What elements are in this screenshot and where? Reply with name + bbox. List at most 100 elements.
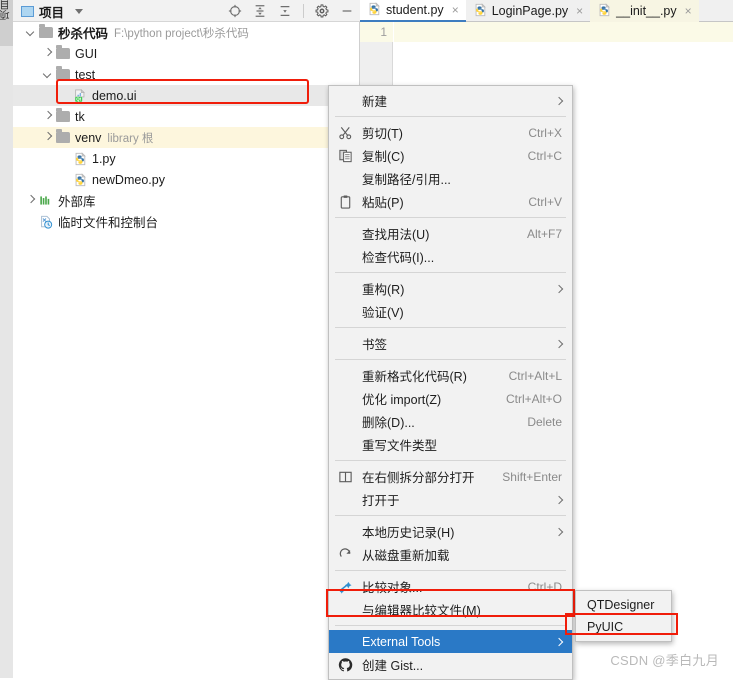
menu-item-label: 打开于 [362,494,400,508]
menu-item-16[interactable]: 优化 import(Z) Ctrl+Alt+O [329,387,572,410]
submenu-item-1[interactable]: PyUIC [576,616,671,638]
expand-all-icon[interactable] [253,4,267,18]
menu-item-label: External Tools [362,634,441,649]
menu-item-27[interactable]: 与编辑器比较文件(M) [329,598,572,621]
python-file-icon [73,151,87,166]
folder-icon [56,66,70,80]
menu-item-label: 与编辑器比较文件(M) [362,604,481,618]
github-icon [338,657,353,672]
chevron-right-icon [556,529,562,535]
menu-item-shortcut: Shift+Enter [502,469,562,484]
gear-icon[interactable] [315,4,329,18]
python-file-icon [73,172,87,187]
menu-item-8[interactable]: 检查代码(I)... [329,245,572,268]
submenu-item-0[interactable]: QTDesigner [576,594,671,616]
menu-item-label: 比较对象... [362,581,423,595]
menu-item-0[interactable]: 新建 [329,89,572,112]
menu-item-20[interactable]: 在右侧拆分部分打开 Shift+Enter [329,465,572,488]
clipboard-icon [338,194,353,209]
menu-item-7[interactable]: 查找用法(U) Alt+F7 [329,222,572,245]
close-icon[interactable]: × [576,5,583,17]
tree-item-label: 外部库 [58,195,96,209]
tree-item-label: 秒杀代码 [58,27,109,41]
tree-item-1-py[interactable]: 1.py [13,148,360,169]
tree-item-root[interactable]: 秒杀代码 F:\python project\秒杀代码 [13,22,360,43]
menu-item-shortcut: Ctrl+Alt+L [508,368,562,383]
menu-item-18[interactable]: 重写文件类型 [329,433,572,456]
menu-item-15[interactable]: 重新格式化代码(R) Ctrl+Alt+L [329,364,572,387]
editor-tabbar: student.py × LoginPage.py × __init__.py × [360,0,733,22]
qt-ui-file-icon: Qt [73,88,87,103]
menu-item-11[interactable]: 验证(V) [329,300,572,323]
menu-item-29[interactable]: External Tools [329,630,572,653]
menu-item-30[interactable]: 创建 Gist... [329,653,572,676]
tree-item-test[interactable]: test [13,64,360,85]
chevron-right-icon[interactable] [44,49,53,58]
svg-text:Qt: Qt [76,96,81,101]
menu-item-21[interactable]: 打开于 [329,488,572,511]
tree-item-label: 1.py [92,151,116,166]
menu-item-10[interactable]: 重构(R) [329,277,572,300]
project-title-group[interactable]: 项目 [21,0,84,22]
editor-tab-1[interactable]: LoginPage.py × [466,0,590,22]
tree-item-external-libs[interactable]: 外部库 [13,190,360,211]
minimize-icon[interactable] [340,4,354,18]
menu-item-5[interactable]: 粘贴(P) Ctrl+V [329,190,572,213]
toolbar-divider [303,4,304,18]
menu-item-13[interactable]: 书签 [329,332,572,355]
tree-item-label: GUI [75,46,98,61]
compare-icon [338,579,353,594]
menu-item-24[interactable]: 从磁盘重新加载 [329,543,572,566]
chevron-right-icon[interactable] [27,196,36,205]
scissors-icon [338,125,353,140]
menu-item-label: 重新格式化代码(R) [362,370,467,384]
chevron-down-icon[interactable] [27,28,36,37]
chevron-right-icon [556,497,562,503]
close-icon[interactable]: × [452,4,459,16]
tree-item-label: demo.ui [92,88,137,103]
tree-item-newdmeo-py[interactable]: newDmeo.py [13,169,360,190]
editor-current-line[interactable] [394,22,733,42]
chevron-down-icon[interactable] [44,70,53,79]
editor-tab-2[interactable]: __init__.py × [590,0,699,22]
menu-item-3[interactable]: 复制(C) Ctrl+C [329,144,572,167]
python-file-icon [597,2,611,20]
menu-item-label: 本地历史记录(H) [362,526,455,540]
editor-tab-0[interactable]: student.py × [360,0,466,22]
menu-item-17[interactable]: 删除(D)... Delete [329,410,572,433]
python-file-icon [367,1,381,19]
menu-separator [335,570,566,571]
tree-item-venv[interactable]: venv library 根 [13,127,360,148]
folder-icon [56,45,70,59]
submenu-item-label: QTDesigner [587,598,655,612]
context-menu: 新建剪切(T) Ctrl+X 复制(C) Ctrl+C 复制路径/引用... 粘贴(P) C… [328,85,573,680]
menu-item-label: 在右侧拆分部分打开 [362,471,475,485]
tree-item-demo-ui[interactable]: Qt demo.ui [13,85,360,106]
tree-item-gui[interactable]: GUI [13,43,360,64]
tree-item-tk[interactable]: tk [13,106,360,127]
close-icon[interactable]: × [685,5,692,17]
locate-icon[interactable] [228,4,242,18]
tree-item-scratches[interactable]: 临时文件和控制台 [13,211,360,232]
menu-item-label: 复制(C) [362,150,405,164]
menu-item-shortcut: Delete [527,414,562,429]
tree-item-label: venv [75,130,102,145]
collapse-all-icon[interactable] [278,4,292,18]
menu-item-label: 复制路径/引用... [362,173,451,187]
chevron-right-icon[interactable] [44,133,53,142]
menu-separator [335,217,566,218]
menu-item-2[interactable]: 剪切(T) Ctrl+X [329,121,572,144]
scratches-icon [39,215,53,229]
chevron-down-icon[interactable] [75,8,84,14]
folder-icon [56,108,70,122]
chevron-right-icon [556,98,562,104]
menu-separator [335,359,566,360]
menu-item-26[interactable]: 比较对象... Ctrl+D [329,575,572,598]
menu-item-4[interactable]: 复制路径/引用... [329,167,572,190]
sidebar-tab-project[interactable]: 项目 [0,0,13,46]
menu-item-23[interactable]: 本地历史记录(H) [329,520,572,543]
menu-item-label: 检查代码(I)... [362,251,435,265]
chevron-right-icon[interactable] [44,112,53,121]
